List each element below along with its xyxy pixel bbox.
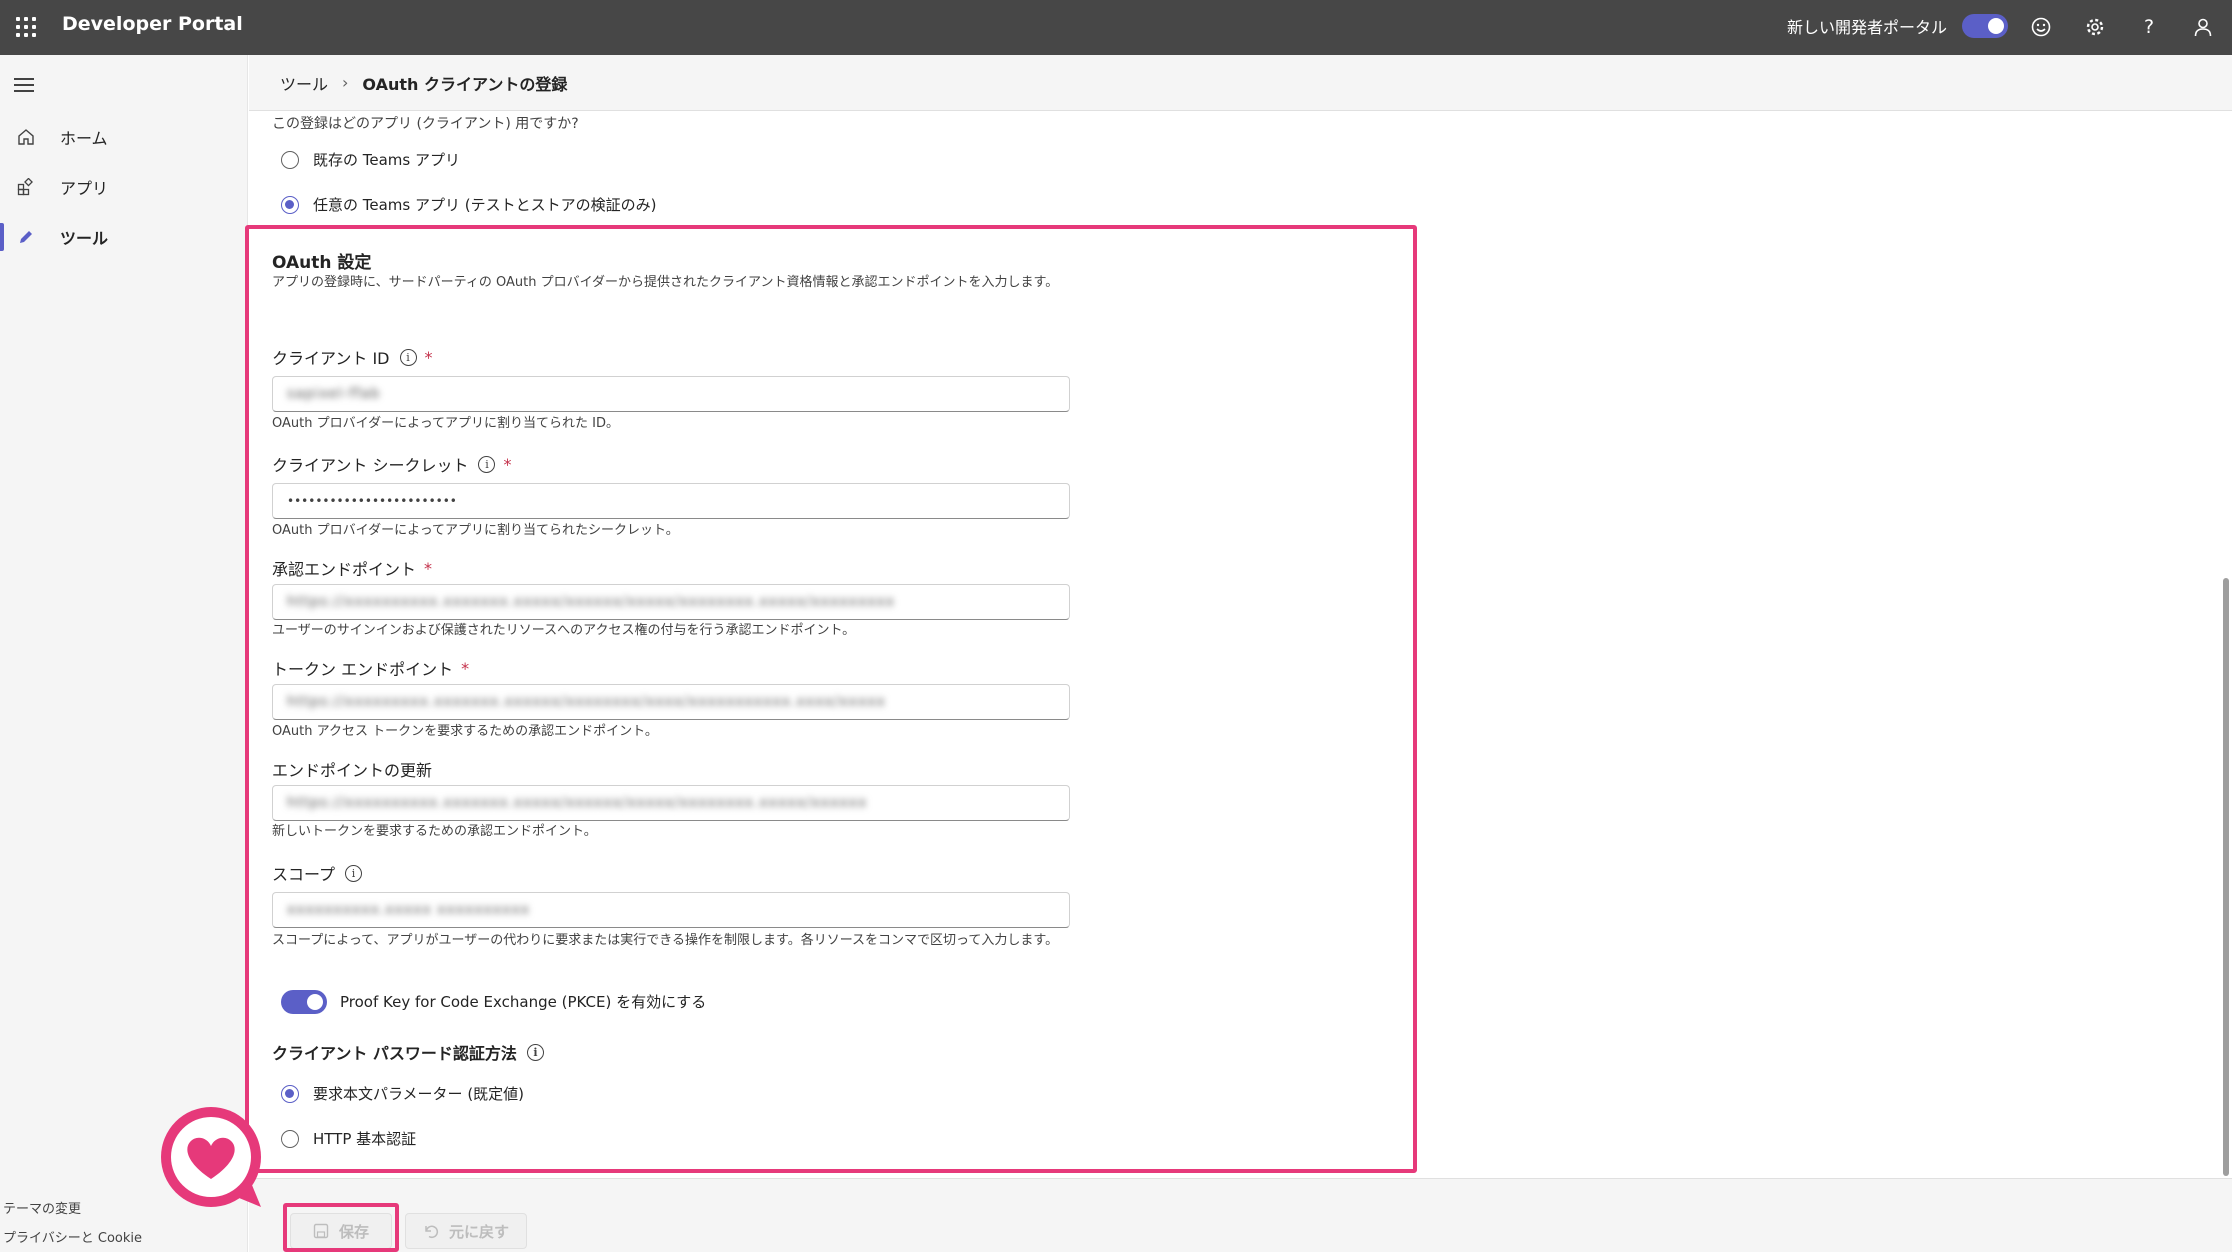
sidebar-item-home[interactable]: ホーム (0, 115, 248, 159)
client-id-help: OAuth プロバイダーによってアプリに割り当てられた ID。 (272, 416, 620, 431)
hamburger-menu-icon[interactable] (14, 78, 34, 94)
info-icon[interactable]: i (526, 1043, 544, 1061)
refresh-endpoint-help: 新しいトークンを要求するための承認エンドポイント。 (272, 824, 597, 839)
radio-any-teams-app[interactable]: 任意の Teams アプリ (テストとストアの検証のみ) (281, 194, 656, 215)
radio-existing-teams-app[interactable]: 既存の Teams アプリ (281, 149, 460, 170)
heart-marker-icon (157, 1103, 265, 1211)
token-endpoint-label: トークン エンドポイント * (272, 656, 469, 680)
apps-icon (16, 177, 36, 197)
scrollbar-thumb[interactable] (2223, 578, 2229, 1176)
scope-input[interactable]: xxxxxxxxxx.xxxxx xxxxxxxxxx (272, 892, 1070, 928)
refresh-endpoint-label: エンドポイントの更新 (272, 757, 432, 781)
refresh-endpoint-value: https://xxxxxxxxxx.xxxxxxx.xxxxx/xxxxxx/… (287, 795, 868, 811)
scope-value: xxxxxxxxxx.xxxxx xxxxxxxxxx (287, 902, 531, 918)
required-marker: * (503, 454, 512, 474)
client-secret-value: •••••••••••••••••••••••• (287, 494, 457, 508)
app-launcher-icon[interactable] (14, 15, 36, 37)
required-marker: * (424, 347, 433, 367)
help-icon[interactable]: ? (2132, 10, 2166, 44)
client-id-label: クライアント ID i * (272, 345, 433, 369)
sidebar: ホーム アプリ ツール テーマの変更 プライバシーと Cookie (0, 55, 248, 1252)
new-portal-label: 新しい開発者ポータル (1787, 18, 1948, 37)
required-marker: * (461, 658, 470, 678)
field-label-text: 承認エンドポイント (272, 560, 417, 579)
client-secret-help: OAuth プロバイダーによってアプリに割り当てられたシークレット。 (272, 523, 679, 538)
pkce-label: Proof Key for Code Exchange (PKCE) を有効にす… (340, 993, 707, 1011)
radio-label: 任意の Teams アプリ (テストとストアの検証のみ) (313, 196, 657, 214)
top-bar: Developer Portal 新しい開発者ポータル ? (0, 0, 2232, 55)
pkce-toggle[interactable] (281, 990, 327, 1014)
radio-request-body-param[interactable]: 要求本文パラメーター (既定値) (281, 1083, 524, 1104)
sidebar-item-label: ホーム (60, 129, 108, 148)
auth-endpoint-help: ユーザーのサインインおよび保護されたリソースへのアクセス権の付与を行う承認エンド… (272, 623, 856, 638)
action-bar (249, 1178, 2232, 1252)
info-icon[interactable]: i (345, 864, 363, 882)
radio-circle[interactable] (281, 1084, 299, 1103)
revert-button-label: 元に戻す (448, 1222, 509, 1241)
radio-label: 既存の Teams アプリ (313, 151, 460, 169)
revert-button[interactable]: 元に戻す (405, 1213, 527, 1249)
settings-gear-icon[interactable] (2078, 10, 2112, 44)
home-icon (16, 127, 36, 147)
field-label-text: クライアント パスワード認証方法 (272, 1044, 517, 1063)
client-id-input[interactable]: sapixel-ffab (272, 376, 1070, 412)
breadcrumb: ツール › OAuth クライアントの登録 (249, 55, 2232, 111)
new-portal-toggle[interactable] (1962, 14, 2008, 38)
feedback-smiley-icon[interactable] (2024, 10, 2058, 44)
info-icon[interactable]: i (478, 455, 496, 473)
client-secret-input[interactable]: •••••••••••••••••••••••• (272, 483, 1070, 519)
auth-endpoint-value: https://xxxxxxxxxx.xxxxxxx.xxxxx/xxxxxx/… (287, 594, 896, 610)
radio-label: HTTP 基本認証 (313, 1130, 417, 1148)
pencil-icon (16, 227, 36, 247)
field-label-text: トークン エンドポイント (272, 660, 454, 679)
breadcrumb-current: OAuth クライアントの登録 (362, 74, 568, 94)
client-id-value: sapixel-ffab (287, 386, 381, 402)
scope-help: スコープによって、アプリがユーザーの代わりに要求または実行できる操作を制限します… (272, 933, 1059, 948)
token-endpoint-input[interactable]: https://xxxxxxxxx.xxxxxxx.xxxxxx/xxxxxxx… (272, 684, 1070, 720)
breadcrumb-tools[interactable]: ツール (280, 71, 328, 95)
field-label-text: エンドポイントの更新 (272, 761, 433, 780)
auth-endpoint-input[interactable]: https://xxxxxxxxxx.xxxxxxx.xxxxx/xxxxxx/… (272, 584, 1070, 620)
sidebar-item-label: アプリ (60, 179, 109, 198)
sidebar-item-tools[interactable]: ツール (0, 215, 248, 259)
save-button-highlight (283, 1203, 399, 1252)
radio-http-basic-auth[interactable]: HTTP 基本認証 (281, 1128, 416, 1149)
token-endpoint-value: https://xxxxxxxxx.xxxxxxx.xxxxxx/xxxxxxx… (287, 694, 886, 710)
sidebar-item-apps[interactable]: アプリ (0, 165, 248, 209)
account-person-icon[interactable] (2186, 10, 2220, 44)
oauth-settings-title: OAuth 設定 (272, 253, 372, 273)
token-endpoint-help: OAuth アクセス トークンを要求するための承認エンドポイント。 (272, 724, 658, 739)
app-question-prompt: この登録はどのアプリ (クライアント) 用ですか? (272, 116, 579, 132)
info-icon[interactable]: i (399, 348, 417, 366)
client-auth-method-title: クライアント パスワード認証方法 i (272, 1040, 544, 1064)
sidebar-item-label: ツール (60, 229, 109, 248)
scope-label: スコープ i (272, 861, 363, 885)
radio-circle[interactable] (281, 195, 299, 214)
breadcrumb-separator: › (342, 73, 349, 92)
field-label-text: スコープ (272, 865, 336, 884)
field-label-text: クライアント ID (272, 349, 390, 368)
app-title: Developer Portal (62, 13, 243, 35)
radio-circle[interactable] (281, 150, 299, 169)
client-secret-label: クライアント シークレット i * (272, 452, 511, 476)
radio-circle[interactable] (281, 1129, 299, 1148)
auth-endpoint-label: 承認エンドポイント * (272, 556, 432, 580)
refresh-endpoint-input[interactable]: https://xxxxxxxxxx.xxxxxxx.xxxxx/xxxxxx/… (272, 785, 1070, 821)
undo-arrow-icon (423, 1223, 439, 1239)
field-label-text: クライアント シークレット (272, 456, 469, 475)
radio-label: 要求本文パラメーター (既定値) (313, 1085, 525, 1103)
oauth-settings-description: アプリの登録時に、サードパーティの OAuth プロバイダーから提供されたクライ… (272, 275, 1059, 290)
theme-change-link[interactable]: テーマの変更 (3, 1198, 81, 1217)
privacy-cookie-link[interactable]: プライバシーと Cookie (3, 1227, 142, 1246)
required-marker: * (424, 558, 433, 578)
